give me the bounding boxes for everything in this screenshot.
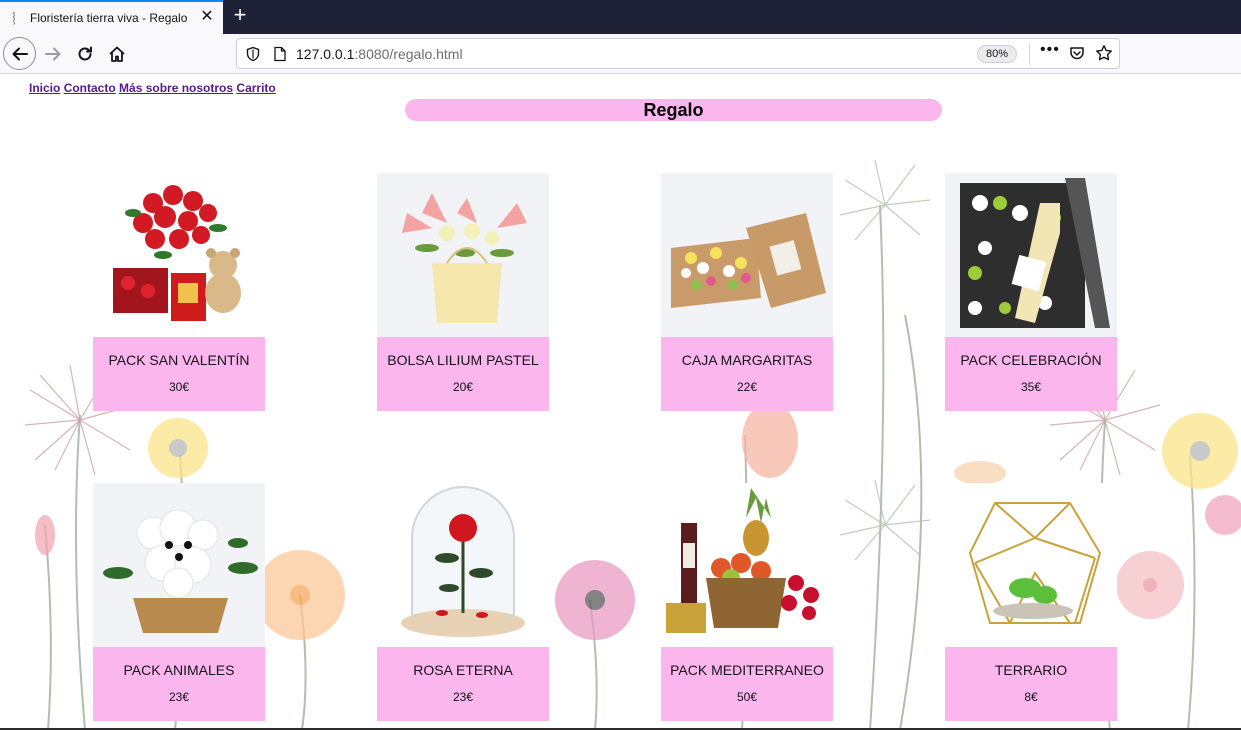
product-price: 35€ [1020, 380, 1042, 394]
page-actions-icon[interactable]: ••• [1040, 41, 1060, 59]
back-button[interactable] [3, 37, 36, 70]
product-image[interactable] [377, 173, 549, 337]
product-price: 8€ [1024, 690, 1038, 704]
rose-glass-dome-icon [401, 486, 525, 637]
new-tab-button[interactable]: + [229, 4, 251, 27]
arrow-left-icon [12, 47, 28, 60]
forward-button[interactable] [37, 38, 69, 70]
product-price: 22€ [736, 380, 758, 394]
product-image[interactable] [945, 483, 1117, 647]
product-name: BOLSA LILIUM PASTEL [387, 352, 539, 368]
product-price: 23€ [452, 690, 474, 704]
page-favicon-icon: ⸾ [12, 12, 16, 24]
active-tab[interactable]: ⸾ Floristería tierra viva - Regalo ✕ [0, 0, 223, 34]
product-info: ROSA ETERNA 23€ [377, 647, 549, 721]
product-image[interactable] [661, 483, 833, 647]
home-button[interactable] [101, 38, 133, 70]
page-info-icon[interactable] [273, 46, 287, 67]
nav-link-contacto[interactable]: Contacto [64, 81, 116, 95]
product-info: CAJA MARGARITAS 22€ [661, 337, 833, 411]
fruit-wine-basket-icon [666, 488, 819, 633]
product-name: TERRARIO [994, 662, 1068, 678]
product-card[interactable]: PACK SAN VALENTÍN 30€ [93, 173, 265, 411]
product-name: CAJA MARGARITAS [681, 352, 813, 368]
home-icon [109, 46, 125, 62]
product-price: 23€ [168, 690, 190, 704]
flower-dog-basket-icon [103, 509, 258, 633]
product-name: PACK MEDITERRANEO [670, 662, 824, 678]
bookmark-star-icon[interactable] [1095, 44, 1113, 67]
product-card[interactable]: TERRARIO 8€ [945, 483, 1117, 721]
reload-icon [78, 46, 92, 61]
product-image[interactable] [377, 483, 549, 647]
daisy-box-icon [671, 213, 826, 308]
url-text[interactable]: 127.0.0.1:8080/regalo.html [296, 46, 463, 62]
product-card[interactable]: ROSA ETERNA 23€ [377, 483, 549, 721]
web-page: Inicio Contacto Más sobre nosotros Carri… [0, 75, 1241, 730]
lily-bag-icon [402, 193, 527, 323]
roses-bear-gift-icon [113, 185, 241, 321]
address-bar[interactable]: 127.0.0.1:8080/regalo.html 80% ••• [236, 38, 1120, 69]
product-card[interactable]: BOLSA LILIUM PASTEL 20€ [377, 173, 549, 411]
product-name: PACK CELEBRACIÓN [960, 352, 1102, 368]
product-info: TERRARIO 8€ [945, 647, 1117, 721]
product-info: PACK SAN VALENTÍN 30€ [93, 337, 265, 411]
close-tab-icon[interactable]: ✕ [198, 8, 216, 26]
product-image[interactable] [661, 173, 833, 337]
product-name: PACK SAN VALENTÍN [108, 352, 250, 368]
url-host: 127.0.0.1 [296, 46, 355, 62]
navigation-toolbar: 127.0.0.1:8080/regalo.html 80% ••• [0, 34, 1241, 94]
product-image[interactable] [945, 173, 1117, 337]
page-title: Regalo [405, 99, 942, 121]
product-price: 50€ [736, 690, 758, 704]
product-info: PACK ANIMALES 23€ [93, 647, 265, 721]
product-info: BOLSA LILIUM PASTEL 20€ [377, 337, 549, 411]
product-image[interactable] [93, 173, 265, 337]
product-card[interactable]: CAJA MARGARITAS 22€ [661, 173, 833, 411]
tab-title: Floristería tierra viva - Regalo [30, 11, 188, 25]
url-path: :8080/regalo.html [354, 46, 463, 62]
product-name: PACK ANIMALES [123, 662, 235, 678]
nav-link-inicio[interactable]: Inicio [29, 81, 60, 95]
nav-link-carrito[interactable]: Carrito [236, 81, 275, 95]
product-price: 30€ [168, 380, 190, 394]
site-navigation: Inicio Contacto Más sobre nosotros Carri… [29, 81, 276, 95]
product-card[interactable]: PACK ANIMALES 23€ [93, 483, 265, 721]
tracking-shield-icon[interactable] [245, 46, 261, 67]
product-info: PACK CELEBRACIÓN 35€ [945, 337, 1117, 411]
product-price: 20€ [452, 380, 474, 394]
url-divider [1029, 43, 1030, 65]
product-info: PACK MEDITERRANEO 50€ [661, 647, 833, 721]
wine-flower-box-icon [960, 178, 1110, 328]
zoom-level-badge[interactable]: 80% [977, 45, 1017, 63]
product-image[interactable] [93, 483, 265, 647]
arrow-right-icon [45, 47, 61, 61]
pocket-icon[interactable] [1069, 45, 1085, 66]
tab-strip: ⸾ Floristería tierra viva - Regalo ✕ + [0, 0, 1241, 34]
nav-link-mas-sobre-nosotros[interactable]: Más sobre nosotros [119, 81, 233, 95]
product-card[interactable]: PACK MEDITERRANEO 50€ [661, 483, 833, 721]
geometric-terrarium-icon [968, 502, 1102, 624]
reload-button[interactable] [69, 38, 101, 70]
product-name: ROSA ETERNA [413, 662, 513, 678]
product-card[interactable]: PACK CELEBRACIÓN 35€ [945, 173, 1117, 411]
